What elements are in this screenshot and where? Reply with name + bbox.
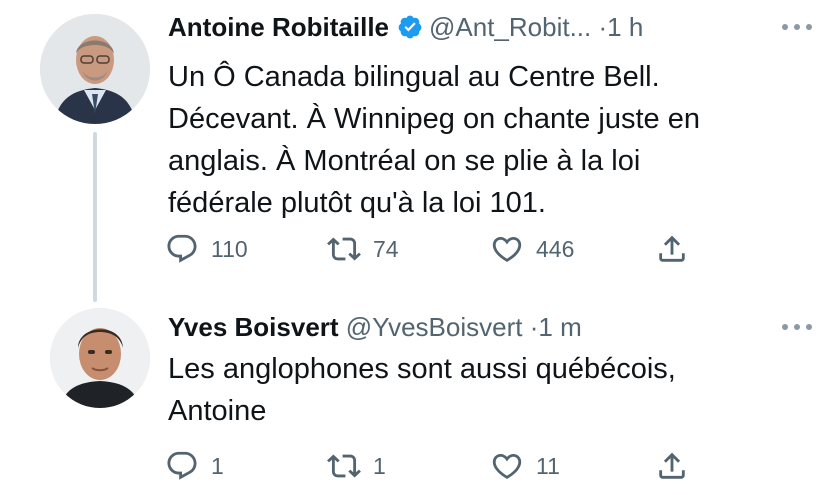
like-count: 11 <box>536 452 560 479</box>
verified-badge-icon <box>398 15 422 39</box>
author-name[interactable]: Yves Boisvert <box>168 312 339 342</box>
separator-dot: · <box>598 12 608 42</box>
avatar-antoine-robitaille[interactable] <box>40 14 150 124</box>
tweet-header: Antoine Robitaille @Ant_Robit... ·1 h <box>168 10 643 44</box>
author-name[interactable]: Antoine Robitaille <box>168 12 389 42</box>
retweet-icon <box>327 454 361 478</box>
author-handle[interactable]: @Ant_Robit... <box>429 12 591 42</box>
retweet-button[interactable]: 74 <box>327 231 399 267</box>
tweet-text: Un Ô Canada bilingual au Centre Bell. Dé… <box>168 61 700 219</box>
like-button[interactable]: 446 <box>490 231 574 267</box>
share-icon <box>659 452 685 479</box>
reply-icon <box>167 234 197 263</box>
share-button[interactable] <box>655 231 689 267</box>
reply-icon <box>167 451 197 480</box>
avatar-yves-boisvert[interactable] <box>50 308 150 408</box>
reply-button[interactable]: 110 <box>165 231 248 267</box>
tweet-yves-boisvert[interactable]: Yves Boisvert @YvesBoisvert ·1 m Les ang… <box>0 300 828 495</box>
thread-line <box>93 132 97 302</box>
more-options-icon[interactable] <box>782 322 814 332</box>
retweet-count: 74 <box>373 235 399 262</box>
author-handle[interactable]: @YvesBoisvert <box>346 312 523 342</box>
tweet-header: Yves Boisvert @YvesBoisvert ·1 m <box>168 310 582 344</box>
share-icon <box>659 235 685 262</box>
tweet-antoine-robitaille[interactable]: Antoine Robitaille @Ant_Robit... ·1 h Un … <box>0 0 828 302</box>
tweet-text: Les anglophones sont aussi québécois, An… <box>168 353 676 427</box>
tweet-timestamp[interactable]: 1 h <box>607 12 643 42</box>
more-options-icon[interactable] <box>782 22 814 32</box>
reply-button[interactable]: 1 <box>165 448 224 484</box>
heart-icon <box>492 453 522 479</box>
retweet-icon <box>327 237 361 261</box>
reply-count: 1 <box>211 452 224 479</box>
heart-icon <box>492 236 522 262</box>
tweet-timestamp[interactable]: 1 m <box>538 312 581 342</box>
share-button[interactable] <box>655 448 689 484</box>
tweet-actions: 110 74 446 <box>165 231 695 267</box>
retweet-count: 1 <box>373 452 386 479</box>
tweet-actions: 1 1 11 <box>165 448 695 484</box>
reply-count: 110 <box>211 235 248 262</box>
retweet-button[interactable]: 1 <box>327 448 386 484</box>
like-button[interactable]: 11 <box>490 448 560 484</box>
separator-dot: · <box>529 312 539 342</box>
like-count: 446 <box>536 235 575 262</box>
